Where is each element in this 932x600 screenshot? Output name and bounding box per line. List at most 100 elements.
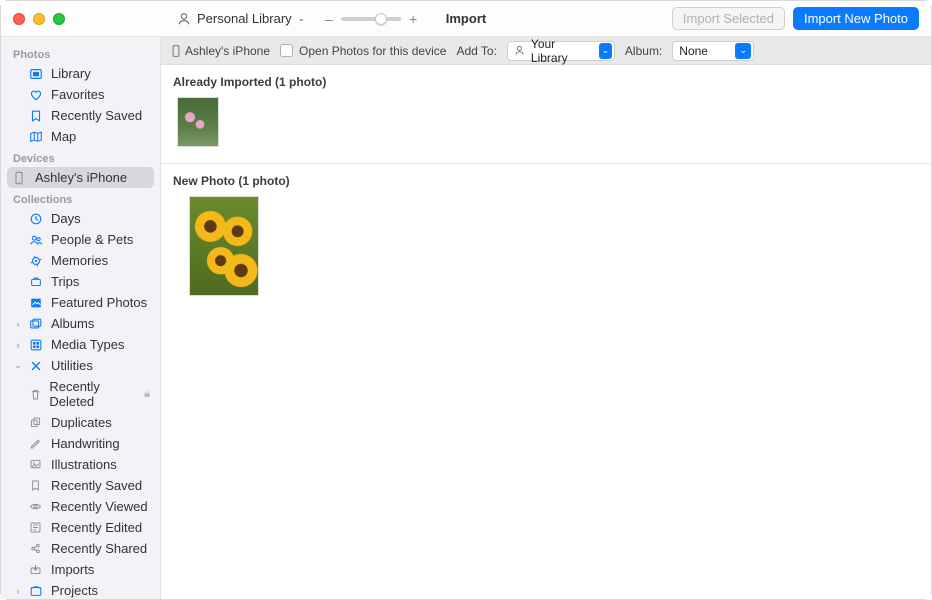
media-types-icon	[29, 338, 45, 352]
sidebar-item-favorites[interactable]: Favorites	[1, 84, 160, 105]
sidebar-item-label: Memories	[51, 253, 108, 268]
already-imported-row	[173, 97, 919, 157]
sidebar-item-handwriting[interactable]: Handwriting	[1, 433, 160, 454]
open-photos-option[interactable]: Open Photos for this device	[280, 44, 446, 58]
add-to-label: Add To:	[456, 44, 496, 58]
close-window[interactable]	[13, 13, 25, 25]
trash-icon	[29, 388, 43, 401]
sidebar-item-recently-viewed[interactable]: Recently Viewed	[1, 496, 160, 517]
sidebar-item-label: Recently Edited	[51, 520, 142, 535]
window-controls	[13, 13, 173, 25]
add-to-value: Your Library	[531, 37, 583, 65]
sidebar-item-label: Recently Shared	[51, 541, 147, 556]
library-label: Personal Library	[197, 11, 292, 26]
map-icon	[29, 130, 45, 144]
library-picker[interactable]: Personal Library ⌄	[173, 8, 309, 29]
lock-icon: 🔒︎	[144, 388, 150, 401]
already-imported-heading: Already Imported (1 photo)	[173, 71, 919, 97]
open-photos-label: Open Photos for this device	[299, 44, 446, 58]
import-toolbar: Ashley's iPhone Open Photos for this dev…	[161, 37, 931, 65]
projects-icon	[29, 584, 45, 598]
sidebar-item-trips[interactable]: Trips	[1, 271, 160, 292]
sidebar-item-label: Map	[51, 129, 76, 144]
eye-icon	[29, 500, 45, 513]
sidebar-item-label: Featured Photos	[51, 295, 147, 310]
main-area: Ashley's iPhone Open Photos for this dev…	[161, 37, 931, 599]
heart-icon	[29, 88, 45, 102]
sidebar-item-duplicates[interactable]: Duplicates	[1, 412, 160, 433]
chevron-right-icon[interactable]: ›	[13, 319, 23, 329]
already-imported-thumb[interactable]	[177, 97, 219, 147]
sidebar-item-recently-deleted[interactable]: Recently Deleted 🔒︎	[1, 376, 160, 412]
albums-icon	[29, 317, 45, 331]
sidebar-item-label: Ashley's iPhone	[35, 170, 127, 185]
sidebar-item-days[interactable]: Days	[1, 208, 160, 229]
sidebar-item-memories[interactable]: Memories	[1, 250, 160, 271]
sidebar-item-recently-saved[interactable]: Recently Saved	[1, 105, 160, 126]
chevron-updown-icon: ⌄	[599, 43, 612, 59]
import-selected-button: Import Selected	[672, 7, 785, 30]
sidebar-item-imports[interactable]: Imports	[1, 559, 160, 580]
sidebar-item-utilities[interactable]: ⌄ Utilities	[1, 355, 160, 376]
sidebar-item-label: Imports	[51, 562, 94, 577]
sidebar-head-devices: Devices	[1, 147, 160, 167]
sidebar-item-recently-saved2[interactable]: Recently Saved	[1, 475, 160, 496]
sidebar-head-collections: Collections	[1, 188, 160, 208]
sidebar-item-label: Albums	[51, 316, 94, 331]
import-new-button[interactable]: Import New Photo	[793, 7, 919, 30]
minimize-window[interactable]	[33, 13, 45, 25]
sidebar-item-illustrations[interactable]: Illustrations	[1, 454, 160, 475]
album-dropdown[interactable]: None ⌄	[672, 41, 754, 61]
sidebar-item-label: Media Types	[51, 337, 124, 352]
bookmark-icon	[29, 479, 45, 492]
sidebar-item-media-types[interactable]: › Media Types	[1, 334, 160, 355]
person-icon	[514, 45, 525, 56]
sidebar-item-label: Trips	[51, 274, 79, 289]
sidebar-item-label: Handwriting	[51, 436, 120, 451]
sidebar-item-label: Recently Saved	[51, 478, 142, 493]
chevron-right-icon[interactable]: ›	[13, 340, 23, 350]
zoom-in-button[interactable]: +	[405, 11, 421, 27]
sidebar-item-people[interactable]: People & Pets	[1, 229, 160, 250]
add-to-dropdown[interactable]: Your Library ⌄	[507, 41, 615, 61]
edit-icon	[29, 521, 45, 534]
sidebar-item-featured[interactable]: Featured Photos	[1, 292, 160, 313]
zoom-out-button[interactable]: –	[321, 11, 337, 27]
zoom-window[interactable]	[53, 13, 65, 25]
sidebar: Photos Library Favorites Recently Saved	[1, 37, 161, 599]
sidebar-item-label: Utilities	[51, 358, 93, 373]
new-photo-thumb[interactable]	[189, 196, 259, 296]
sidebar-item-map[interactable]: Map	[1, 126, 160, 147]
sidebar-item-label: Projects	[51, 583, 98, 598]
sidebar-item-device[interactable]: Ashley's iPhone	[7, 167, 154, 188]
sidebar-item-library[interactable]: Library	[1, 63, 160, 84]
sidebar-item-albums[interactable]: › Albums	[1, 313, 160, 334]
memories-icon	[29, 254, 45, 268]
toolbar-left: Personal Library ⌄ – +	[173, 8, 421, 29]
new-photo-row	[173, 196, 919, 306]
chevron-right-icon[interactable]: ›	[13, 586, 23, 596]
thumbnail-zoom: – +	[321, 11, 421, 27]
zoom-slider-knob[interactable]	[375, 13, 387, 25]
open-photos-checkbox[interactable]	[280, 44, 293, 57]
utilities-icon	[29, 359, 45, 373]
iphone-icon	[171, 44, 181, 58]
person-icon	[177, 12, 193, 26]
sidebar-item-recently-edited[interactable]: Recently Edited	[1, 517, 160, 538]
sidebar-item-projects[interactable]: › Projects	[1, 580, 160, 599]
device-label: Ashley's iPhone	[171, 44, 270, 58]
new-photo-heading: New Photo (1 photo)	[173, 170, 919, 196]
library-icon	[29, 67, 45, 81]
duplicates-icon	[29, 416, 45, 429]
trips-icon	[29, 275, 45, 289]
chevron-updown-icon: ⌄	[298, 13, 306, 24]
illustrations-icon	[29, 458, 45, 471]
chevron-updown-icon: ⌄	[735, 43, 751, 59]
sidebar-item-label: Recently Viewed	[51, 499, 148, 514]
device-name: Ashley's iPhone	[185, 44, 270, 58]
sidebar-item-recently-shared[interactable]: Recently Shared	[1, 538, 160, 559]
chevron-down-icon[interactable]: ⌄	[13, 360, 23, 371]
album-value: None	[679, 44, 708, 58]
people-icon	[29, 233, 45, 247]
zoom-slider[interactable]	[341, 17, 401, 21]
